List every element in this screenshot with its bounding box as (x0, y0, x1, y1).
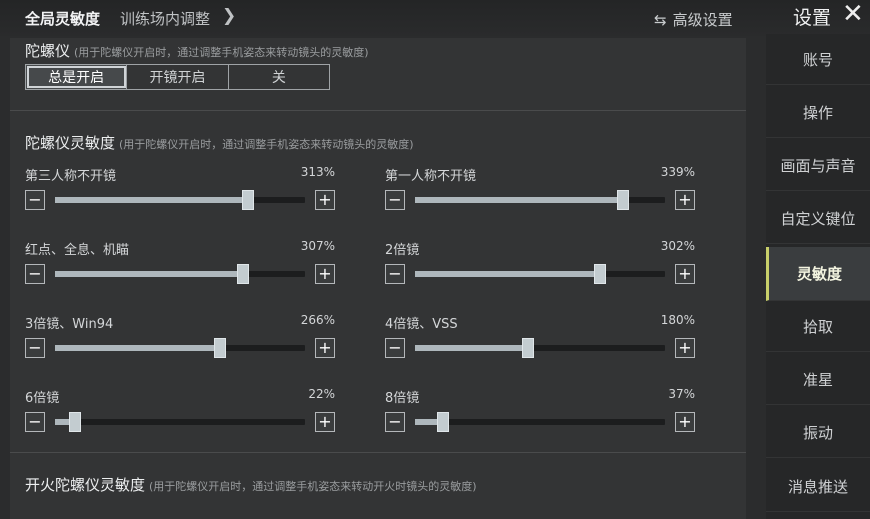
slider-value: 313% (300, 165, 335, 179)
increase-button[interactable]: + (675, 190, 695, 210)
gyro-option-scope-on[interactable]: 开镜开启 (127, 65, 229, 89)
slider-label: 2倍镜 (385, 243, 420, 258)
slider-6x-scope: 6倍镜 22% − + (25, 387, 335, 437)
gyro-sensitivity-title: 陀螺仪灵敏度 (25, 134, 116, 152)
decrease-button[interactable]: − (25, 264, 45, 284)
slider-fill (415, 345, 528, 351)
sidebar-item-custom-layout[interactable]: 自定义键位 (766, 194, 870, 244)
slider-label: 6倍镜 (25, 391, 60, 406)
decrease-button[interactable]: − (25, 338, 45, 358)
fire-gyro-title: 开火陀螺仪灵敏度 (25, 476, 146, 494)
increase-button[interactable]: + (675, 412, 695, 432)
slider-track[interactable] (55, 338, 305, 358)
sidebar-item-controls[interactable]: 操作 (766, 88, 870, 138)
slider-label: 8倍镜 (385, 391, 420, 406)
decrease-button[interactable]: − (25, 190, 45, 210)
decrease-button[interactable]: − (385, 190, 405, 210)
increase-button[interactable]: + (315, 264, 335, 284)
sidebar-item-pickup[interactable]: 拾取 (766, 302, 870, 352)
decrease-button[interactable]: − (385, 264, 405, 284)
gyro-sensitivity-hint: (用于陀螺仪开启时，通过调整手机姿态来转动镜头的灵敏度) (119, 138, 414, 151)
sidebar-item-notifications[interactable]: 消息推送 (766, 462, 870, 512)
swap-arrows-icon: ⇆ (654, 11, 667, 29)
divider (10, 452, 746, 453)
slider-label: 3倍镜、Win94 (25, 317, 114, 332)
increase-button[interactable]: + (675, 264, 695, 284)
slider-4x-scope: 4倍镜、VSS 180% − + (385, 313, 695, 363)
gyro-option-always-on[interactable]: 总是开启 (26, 65, 128, 89)
slider-value: 339% (660, 165, 695, 179)
slider-track[interactable] (55, 190, 305, 210)
sidebar-item-sensitivity[interactable]: 灵敏度 (766, 247, 870, 301)
slider-thumb[interactable] (241, 190, 254, 210)
decrease-button[interactable]: − (25, 412, 45, 432)
slider-red-dot: 红点、全息、机瞄 307% − + (25, 239, 335, 289)
divider (10, 110, 746, 111)
slider-thumb[interactable] (616, 190, 629, 210)
sidebar-item-vibration[interactable]: 振动 (766, 408, 870, 458)
slider-fill (415, 271, 600, 277)
chevron-right-icon[interactable]: ❯ (222, 6, 236, 26)
gyro-sensitivity-section-title: 陀螺仪灵敏度 (用于陀螺仪开启时，通过调整手机姿态来转动镜头的灵敏度) (25, 132, 414, 153)
slider-thumb[interactable] (214, 338, 226, 358)
slider-track[interactable] (415, 338, 665, 358)
slider-track[interactable] (415, 264, 665, 284)
slider-third-person: 第三人称不开镜 313% − + (25, 165, 335, 215)
slider-label: 红点、全息、机瞄 (25, 243, 130, 258)
slider-2x-scope: 2倍镜 302% − + (385, 239, 695, 289)
increase-button[interactable]: + (675, 338, 695, 358)
sidebar-item-account[interactable]: 账号 (766, 35, 870, 85)
slider-first-person: 第一人称不开镜 339% − + (385, 165, 695, 215)
slider-thumb[interactable] (69, 412, 81, 432)
advanced-settings-button[interactable]: ⇆ 高级设置 (654, 9, 733, 30)
increase-button[interactable]: + (315, 190, 335, 210)
slider-thumb[interactable] (436, 412, 449, 432)
gyro-section-title: 陀螺仪 (用于陀螺仪开启时，通过调整手机姿态来转动镜头的灵敏度) (25, 40, 369, 61)
tab-training-adjust[interactable]: 训练场内调整 (120, 8, 210, 29)
slider-track[interactable] (415, 412, 665, 432)
settings-title: 设置 (793, 7, 832, 29)
slider-value: 302% (660, 239, 695, 253)
fire-gyro-section-title: 开火陀螺仪灵敏度 (用于陀螺仪开启时，通过调整手机姿态来转动开火时镜头的灵敏度) (25, 474, 477, 495)
slider-8x-scope: 8倍镜 37% − + (385, 387, 695, 437)
slider-thumb[interactable] (236, 264, 249, 284)
slider-label: 第三人称不开镜 (25, 169, 117, 184)
decrease-button[interactable]: − (385, 412, 405, 432)
slider-value: 307% (300, 239, 335, 253)
gyro-mode-selector: 总是开启 开镜开启 关 (25, 64, 330, 90)
close-icon[interactable]: ✕ (842, 0, 864, 29)
sidebar-item-graphics-audio[interactable]: 画面与声音 (766, 141, 870, 191)
tab-global-sensitivity[interactable]: 全局灵敏度 (25, 8, 100, 29)
gyro-option-off[interactable]: 关 (229, 65, 329, 89)
fire-gyro-hint: (用于陀螺仪开启时，通过调整手机姿态来转动开火时镜头的灵敏度) (149, 480, 477, 493)
advanced-settings-label: 高级设置 (672, 11, 733, 29)
gyro-title: 陀螺仪 (25, 42, 71, 60)
slider-label: 第一人称不开镜 (385, 169, 477, 184)
slider-track[interactable] (55, 412, 305, 432)
slider-track[interactable] (55, 264, 305, 284)
sidebar-item-crosshair[interactable]: 准星 (766, 355, 870, 405)
slider-label: 4倍镜、VSS (385, 317, 458, 332)
slider-track[interactable] (415, 190, 665, 210)
settings-sidebar: 账号 操作 画面与声音 自定义键位 灵敏度 拾取 准星 振动 消息推送 (766, 34, 870, 519)
slider-value: 22% (308, 387, 335, 401)
increase-button[interactable]: + (315, 412, 335, 432)
slider-thumb[interactable] (594, 264, 606, 284)
decrease-button[interactable]: − (385, 338, 405, 358)
slider-value: 37% (668, 387, 695, 401)
slider-thumb[interactable] (521, 338, 534, 358)
slider-fill (55, 197, 248, 203)
top-bar: 全局灵敏度 训练场内调整 ❯ ⇆ 高级设置 设置 ✕ (0, 0, 870, 36)
slider-fill (55, 271, 243, 277)
gyro-hint: (用于陀螺仪开启时，通过调整手机姿态来转动镜头的灵敏度) (74, 46, 369, 59)
slider-fill (415, 197, 623, 203)
slider-3x-scope: 3倍镜、Win94 266% − + (25, 313, 335, 363)
slider-fill (55, 345, 220, 351)
slider-value: 266% (300, 313, 335, 327)
increase-button[interactable]: + (315, 338, 335, 358)
slider-value: 180% (660, 313, 695, 327)
